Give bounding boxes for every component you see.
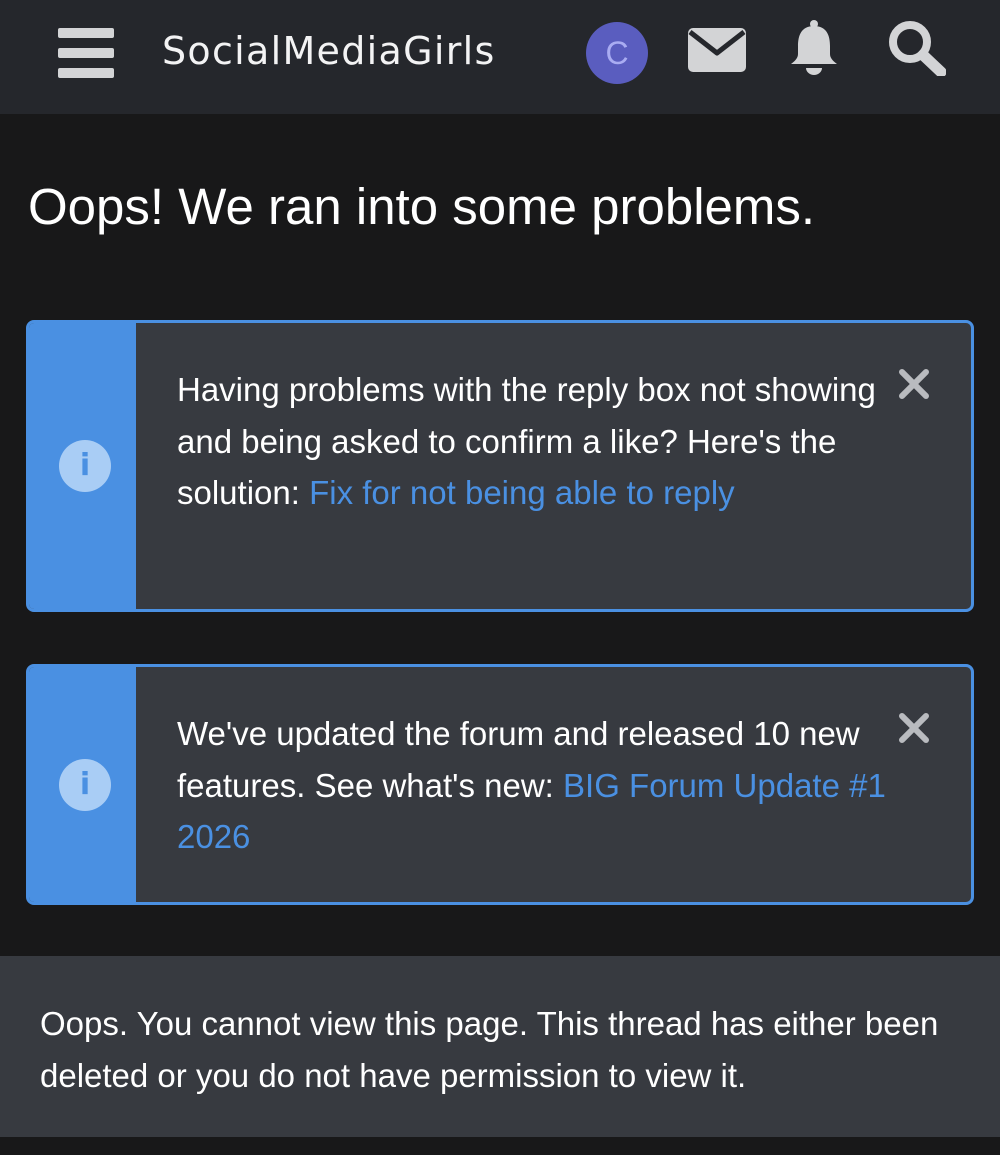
notice-icon-column: i [29, 323, 136, 609]
user-avatar[interactable]: C [586, 22, 648, 84]
notice-forum-update: i We've updated the forum and released 1… [26, 664, 974, 905]
notice-icon-column: i [29, 667, 136, 902]
notice-reply-box: i Having problems with the reply box not… [26, 320, 974, 612]
close-icon[interactable] [897, 367, 931, 401]
error-message-box: Oops. You cannot view this page. This th… [0, 956, 1000, 1137]
page-title: Oops! We ran into some problems. [28, 178, 816, 235]
search-icon[interactable] [888, 20, 947, 78]
info-icon: i [59, 758, 111, 811]
bell-icon[interactable] [788, 20, 840, 76]
menu-line [58, 48, 114, 58]
notice-text: We've updated the forum and released 10 … [177, 708, 897, 863]
envelope-icon[interactable] [688, 28, 746, 72]
notice-text: Having problems with the reply box not s… [177, 364, 897, 519]
menu-line [58, 68, 114, 78]
hamburger-menu-icon[interactable] [58, 28, 114, 78]
error-message: Oops. You cannot view this page. This th… [40, 1005, 939, 1094]
close-icon[interactable] [897, 711, 931, 745]
top-navigation-bar: SocialMediaGirls C [0, 0, 1000, 114]
info-icon: i [59, 440, 111, 492]
notice-link[interactable]: Fix for not being able to reply [309, 474, 735, 511]
site-logo[interactable]: SocialMediaGirls [162, 28, 496, 74]
menu-line [58, 28, 114, 38]
